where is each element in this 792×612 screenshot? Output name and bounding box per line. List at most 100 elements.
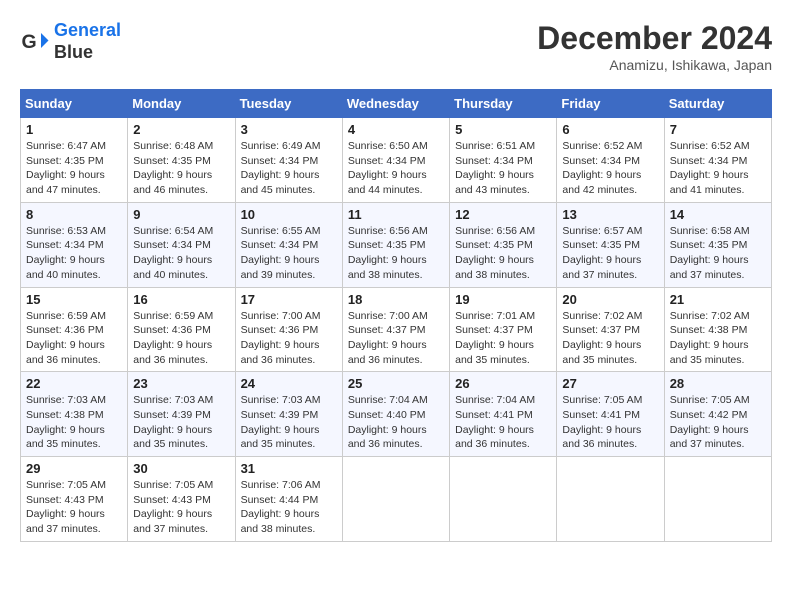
calendar-cell: 3 Sunrise: 6:49 AM Sunset: 4:34 PM Daylig…: [235, 118, 342, 203]
day-number: 17: [241, 292, 337, 307]
calendar-cell: 28Sunrise: 7:05 AM Sunset: 4:42 PM Dayli…: [664, 372, 771, 457]
day-number: 6: [562, 122, 658, 137]
day-number: 10: [241, 207, 337, 222]
calendar-week-2: 8 Sunrise: 6:53 AM Sunset: 4:34 PM Daylig…: [21, 202, 772, 287]
calendar-cell: 10 Sunrise: 6:55 AM Sunset: 4:34 PM Dayli…: [235, 202, 342, 287]
day-info: Sunrise: 7:03 AM Sunset: 4:39 PM Dayligh…: [241, 393, 337, 452]
day-info: Sunrise: 6:56 AM Sunset: 4:35 PM Dayligh…: [455, 224, 551, 283]
day-info: Sunrise: 6:53 AM Sunset: 4:34 PM Dayligh…: [26, 224, 122, 283]
weekday-header-thursday: Thursday: [450, 90, 557, 118]
calendar-week-1: 1Sunrise: 6:47 AM Sunset: 4:35 PM Daylig…: [21, 118, 772, 203]
calendar-cell: 8 Sunrise: 6:53 AM Sunset: 4:34 PM Daylig…: [21, 202, 128, 287]
calendar-cell: 18 Sunrise: 7:00 AM Sunset: 4:37 PM Dayli…: [342, 287, 449, 372]
location-subtitle: Anamizu, Ishikawa, Japan: [537, 57, 772, 73]
weekday-header-friday: Friday: [557, 90, 664, 118]
day-info: Sunrise: 6:59 AM Sunset: 4:36 PM Dayligh…: [26, 309, 122, 368]
calendar-week-4: 22 Sunrise: 7:03 AM Sunset: 4:38 PM Dayli…: [21, 372, 772, 457]
calendar-cell: 11 Sunrise: 6:56 AM Sunset: 4:35 PM Dayli…: [342, 202, 449, 287]
day-number: 14: [670, 207, 766, 222]
calendar-cell: 7 Sunrise: 6:52 AM Sunset: 4:34 PM Daylig…: [664, 118, 771, 203]
day-number: 18: [348, 292, 444, 307]
calendar-cell: 16 Sunrise: 6:59 AM Sunset: 4:36 PM Dayli…: [128, 287, 235, 372]
day-number: 11: [348, 207, 444, 222]
day-number: 22: [26, 376, 122, 391]
calendar-cell: 26Sunrise: 7:04 AM Sunset: 4:41 PM Dayli…: [450, 372, 557, 457]
day-info: Sunrise: 7:00 AM Sunset: 4:37 PM Dayligh…: [348, 309, 444, 368]
calendar-cell: 17 Sunrise: 7:00 AM Sunset: 4:36 PM Dayli…: [235, 287, 342, 372]
day-info: Sunrise: 6:52 AM Sunset: 4:34 PM Dayligh…: [562, 139, 658, 198]
logo-text: General Blue: [54, 20, 121, 63]
day-number: 28: [670, 376, 766, 391]
day-number: 16: [133, 292, 229, 307]
day-number: 29: [26, 461, 122, 476]
month-title: December 2024: [537, 20, 772, 57]
calendar-cell: 13 Sunrise: 6:57 AM Sunset: 4:35 PM Dayli…: [557, 202, 664, 287]
logo-icon: G: [20, 27, 50, 57]
calendar-cell: [450, 457, 557, 542]
day-number: 23: [133, 376, 229, 391]
calendar-cell: 24 Sunrise: 7:03 AM Sunset: 4:39 PM Dayli…: [235, 372, 342, 457]
calendar-cell: 23 Sunrise: 7:03 AM Sunset: 4:39 PM Dayli…: [128, 372, 235, 457]
calendar-cell: 29 Sunrise: 7:05 AM Sunset: 4:43 PM Dayli…: [21, 457, 128, 542]
calendar-cell: 30Sunrise: 7:05 AM Sunset: 4:43 PM Dayli…: [128, 457, 235, 542]
calendar-cell: [342, 457, 449, 542]
calendar-cell: 22 Sunrise: 7:03 AM Sunset: 4:38 PM Dayli…: [21, 372, 128, 457]
day-number: 7: [670, 122, 766, 137]
day-info: Sunrise: 7:03 AM Sunset: 4:38 PM Dayligh…: [26, 393, 122, 452]
weekday-header-sunday: Sunday: [21, 90, 128, 118]
day-info: Sunrise: 6:58 AM Sunset: 4:35 PM Dayligh…: [670, 224, 766, 283]
calendar-cell: 31 Sunrise: 7:06 AM Sunset: 4:44 PM Dayli…: [235, 457, 342, 542]
day-info: Sunrise: 6:54 AM Sunset: 4:34 PM Dayligh…: [133, 224, 229, 283]
day-number: 25: [348, 376, 444, 391]
svg-text:G: G: [22, 31, 37, 53]
day-info: Sunrise: 7:04 AM Sunset: 4:41 PM Dayligh…: [455, 393, 551, 452]
weekday-header-wednesday: Wednesday: [342, 90, 449, 118]
day-info: Sunrise: 7:05 AM Sunset: 4:43 PM Dayligh…: [26, 478, 122, 537]
day-number: 5: [455, 122, 551, 137]
day-info: Sunrise: 7:04 AM Sunset: 4:40 PM Dayligh…: [348, 393, 444, 452]
day-info: Sunrise: 6:57 AM Sunset: 4:35 PM Dayligh…: [562, 224, 658, 283]
calendar-cell: 27Sunrise: 7:05 AM Sunset: 4:41 PM Dayli…: [557, 372, 664, 457]
page-header: G General Blue December 2024 Anamizu, Is…: [20, 20, 772, 73]
day-info: Sunrise: 6:59 AM Sunset: 4:36 PM Dayligh…: [133, 309, 229, 368]
day-info: Sunrise: 7:03 AM Sunset: 4:39 PM Dayligh…: [133, 393, 229, 452]
day-info: Sunrise: 6:52 AM Sunset: 4:34 PM Dayligh…: [670, 139, 766, 198]
day-number: 12: [455, 207, 551, 222]
calendar-cell: 14 Sunrise: 6:58 AM Sunset: 4:35 PM Dayli…: [664, 202, 771, 287]
calendar-cell: 2Sunrise: 6:48 AM Sunset: 4:35 PM Daylig…: [128, 118, 235, 203]
day-info: Sunrise: 7:00 AM Sunset: 4:36 PM Dayligh…: [241, 309, 337, 368]
day-info: Sunrise: 6:56 AM Sunset: 4:35 PM Dayligh…: [348, 224, 444, 283]
day-number: 27: [562, 376, 658, 391]
day-number: 21: [670, 292, 766, 307]
calendar-cell: 9 Sunrise: 6:54 AM Sunset: 4:34 PM Daylig…: [128, 202, 235, 287]
calendar-cell: 25 Sunrise: 7:04 AM Sunset: 4:40 PM Dayli…: [342, 372, 449, 457]
day-info: Sunrise: 7:06 AM Sunset: 4:44 PM Dayligh…: [241, 478, 337, 537]
day-info: Sunrise: 6:49 AM Sunset: 4:34 PM Dayligh…: [241, 139, 337, 198]
day-number: 4: [348, 122, 444, 137]
logo: G General Blue: [20, 20, 121, 63]
day-info: Sunrise: 7:05 AM Sunset: 4:43 PM Dayligh…: [133, 478, 229, 537]
calendar-table: SundayMondayTuesdayWednesdayThursdayFrid…: [20, 89, 772, 542]
weekday-header-saturday: Saturday: [664, 90, 771, 118]
day-number: 19: [455, 292, 551, 307]
weekday-header-tuesday: Tuesday: [235, 90, 342, 118]
day-number: 13: [562, 207, 658, 222]
title-area: December 2024 Anamizu, Ishikawa, Japan: [537, 20, 772, 73]
calendar-cell: [557, 457, 664, 542]
calendar-cell: 21Sunrise: 7:02 AM Sunset: 4:38 PM Dayli…: [664, 287, 771, 372]
day-number: 24: [241, 376, 337, 391]
calendar-cell: 4 Sunrise: 6:50 AM Sunset: 4:34 PM Daylig…: [342, 118, 449, 203]
day-number: 8: [26, 207, 122, 222]
day-info: Sunrise: 6:55 AM Sunset: 4:34 PM Dayligh…: [241, 224, 337, 283]
day-info: Sunrise: 7:01 AM Sunset: 4:37 PM Dayligh…: [455, 309, 551, 368]
day-number: 31: [241, 461, 337, 476]
calendar-week-3: 15 Sunrise: 6:59 AM Sunset: 4:36 PM Dayli…: [21, 287, 772, 372]
day-number: 15: [26, 292, 122, 307]
weekday-header-monday: Monday: [128, 90, 235, 118]
calendar-cell: 6 Sunrise: 6:52 AM Sunset: 4:34 PM Daylig…: [557, 118, 664, 203]
day-info: Sunrise: 6:50 AM Sunset: 4:34 PM Dayligh…: [348, 139, 444, 198]
day-number: 9: [133, 207, 229, 222]
calendar-cell: 1Sunrise: 6:47 AM Sunset: 4:35 PM Daylig…: [21, 118, 128, 203]
day-number: 3: [241, 122, 337, 137]
day-number: 1: [26, 122, 122, 137]
